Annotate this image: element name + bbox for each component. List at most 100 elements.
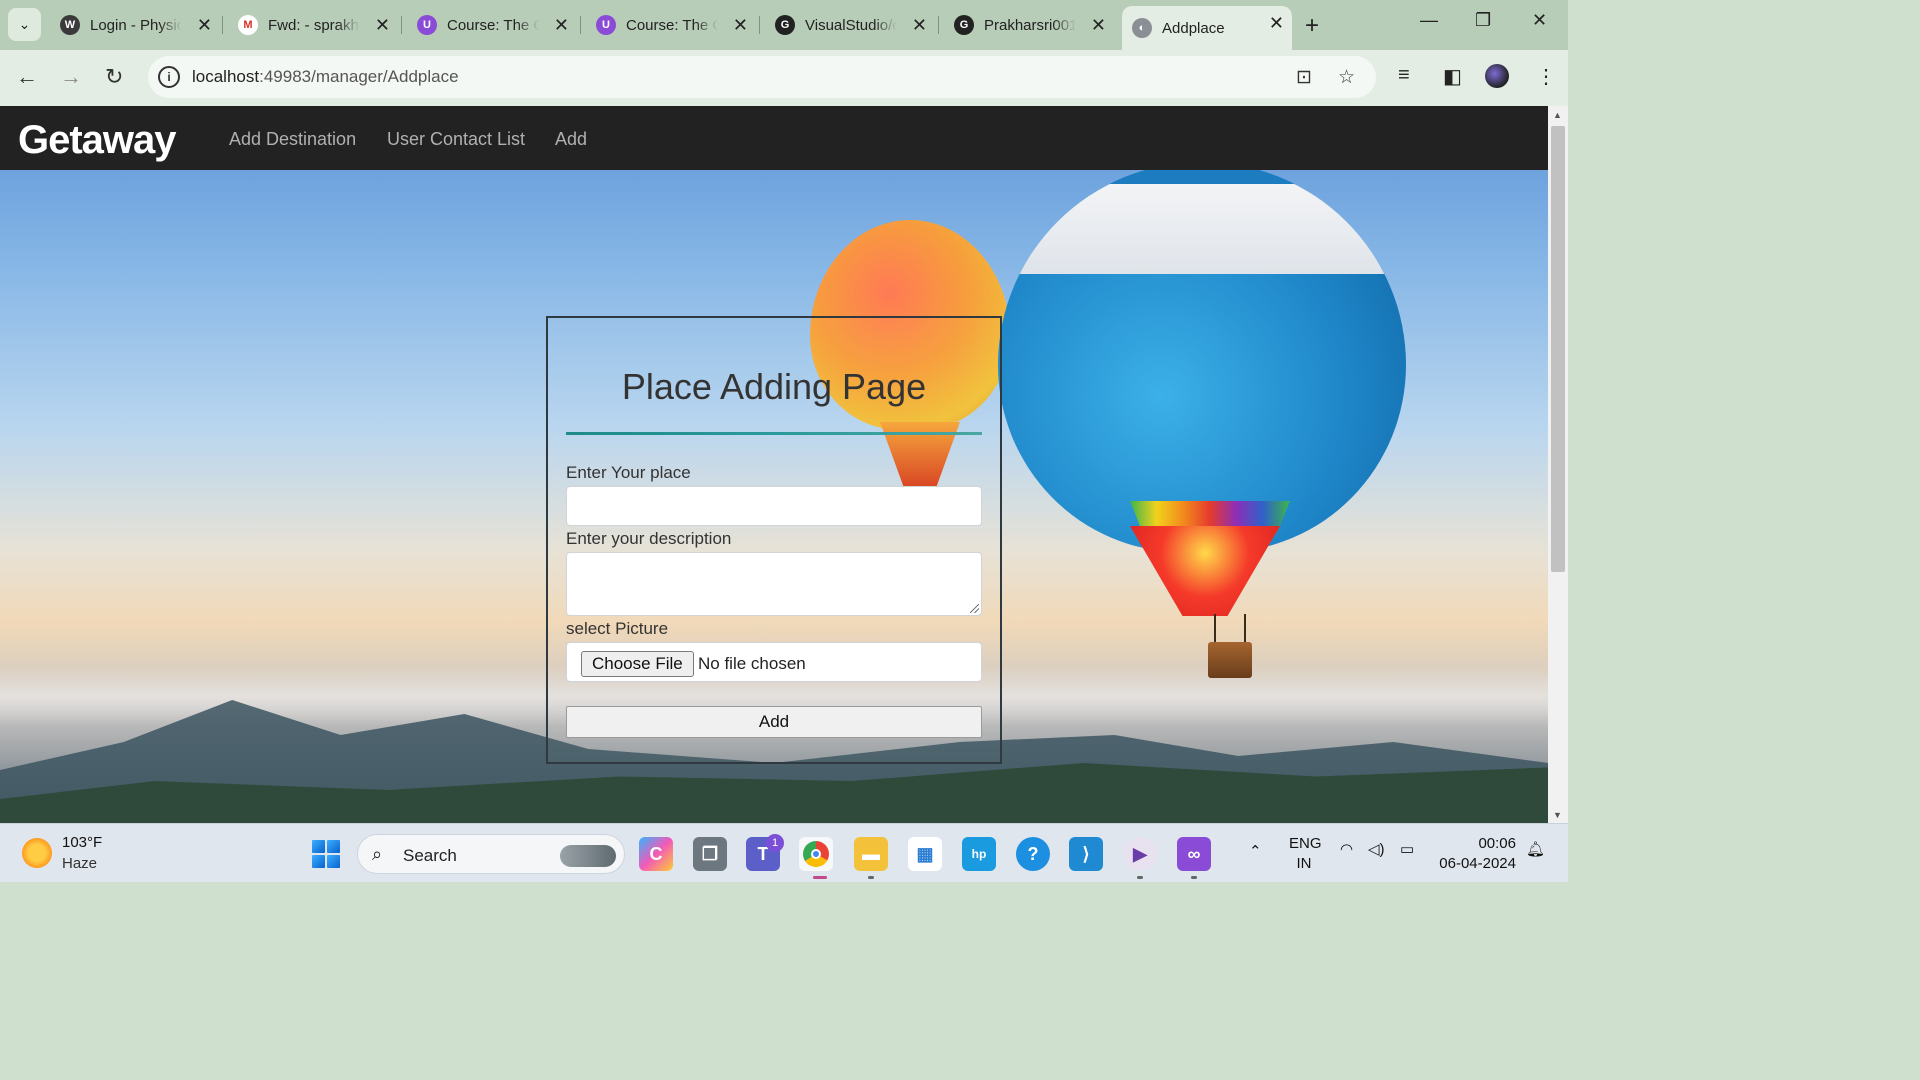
visual-studio-icon[interactable]: ∞ xyxy=(1177,837,1211,871)
bookmark-star-icon[interactable]: ☆ xyxy=(1338,66,1355,89)
clock-date: 06-04-2024 xyxy=(1439,855,1516,872)
tab-divider xyxy=(759,16,760,34)
microsoft-store-icon[interactable]: ▦ xyxy=(908,837,942,871)
globe-icon: ◐ xyxy=(1132,18,1152,38)
wordpress-icon: W xyxy=(60,15,80,35)
tab-title: VisualStudio/c xyxy=(805,16,897,34)
close-tab-icon[interactable]: ✕ xyxy=(197,15,212,36)
page-scrollbar[interactable]: ▲ ▼ xyxy=(1548,106,1568,823)
scrollbar-thumb[interactable] xyxy=(1551,126,1565,572)
browser-tab[interactable]: U Course: The C ✕ xyxy=(407,8,577,42)
windows-taskbar: 103°F Haze ⌕ Search C ❐ T 1 ▬ ▦ hp ? ⟩ ▶… xyxy=(0,823,1568,882)
myhp-icon[interactable]: hp xyxy=(962,837,996,871)
input-language[interactable]: ENG IN xyxy=(1289,834,1322,874)
tab-title: Course: The C xyxy=(626,16,718,34)
url-path: :49983/manager/Addplace xyxy=(259,67,459,86)
github-icon: G xyxy=(954,15,974,35)
add-button[interactable]: Add xyxy=(566,706,982,738)
battery-icon[interactable]: ▭ xyxy=(1400,840,1414,858)
description-textarea[interactable] xyxy=(566,552,982,616)
browser-tab[interactable]: W Login - Physic ✕ xyxy=(50,8,220,42)
tab-title: Addplace xyxy=(1162,19,1225,37)
tab-divider xyxy=(580,16,581,34)
show-hidden-icons[interactable]: ⌃ xyxy=(1249,842,1262,860)
side-panel-icon[interactable]: ◧ xyxy=(1443,64,1462,89)
tab-divider xyxy=(938,16,939,34)
picture-label: select Picture xyxy=(566,619,669,638)
close-tab-icon[interactable]: ✕ xyxy=(912,15,927,36)
description-label: Enter your description xyxy=(566,529,732,548)
place-label: Enter Your place xyxy=(566,463,691,482)
search-highlight-image xyxy=(560,845,616,867)
place-input[interactable] xyxy=(566,486,982,526)
translate-icon[interactable]: ⊡ xyxy=(1296,66,1312,89)
help-icon[interactable]: ? xyxy=(1016,837,1050,871)
menu-kebab-icon[interactable]: ⋮ xyxy=(1536,64,1556,89)
reload-icon[interactable]: ↻ xyxy=(105,64,123,90)
weather-haze-icon[interactable] xyxy=(22,838,52,868)
close-tab-icon[interactable]: ✕ xyxy=(733,15,748,36)
course-icon: U xyxy=(417,15,437,35)
close-tab-icon[interactable]: ✕ xyxy=(1269,13,1284,34)
scroll-up-icon[interactable]: ▲ xyxy=(1553,110,1562,120)
browser-toolbar: ← → ↻ i localhost:49983/manager/Addplace… xyxy=(0,50,1568,106)
vscode-icon[interactable]: ⟩ xyxy=(1069,837,1103,871)
close-tab-icon[interactable]: ✕ xyxy=(1091,15,1106,36)
file-input[interactable]: Choose File No file chosen xyxy=(566,642,982,682)
running-app-indicator xyxy=(1191,876,1197,879)
copilot-icon[interactable]: C xyxy=(639,837,673,871)
restore-icon[interactable]: ❐ xyxy=(1475,10,1491,31)
search-icon: ⌕ xyxy=(372,844,383,864)
new-tab-button[interactable]: + xyxy=(1305,12,1319,40)
browser-tab[interactable]: G Prakharsri001/ ✕ xyxy=(944,8,1114,42)
weather-temperature[interactable]: 103°F xyxy=(62,834,102,851)
title-divider xyxy=(566,432,982,435)
nav-user-contact-list[interactable]: User Contact List xyxy=(387,129,525,150)
page-viewport: Getaway Add Destination User Contact Lis… xyxy=(0,106,1548,823)
browser-tab[interactable]: U Course: The C ✕ xyxy=(586,8,756,42)
forward-icon[interactable]: → xyxy=(60,64,82,90)
minimize-icon[interactable]: — xyxy=(1420,10,1438,31)
choose-file-button[interactable]: Choose File xyxy=(581,651,694,677)
address-bar[interactable]: i localhost:49983/manager/Addplace ⊡ ☆ xyxy=(148,56,1376,98)
chevron-down-icon: ⌄ xyxy=(18,16,31,32)
tab-search-button[interactable]: ⌄ xyxy=(8,8,41,41)
nav-add[interactable]: Add xyxy=(555,129,587,150)
site-info-icon[interactable]: i xyxy=(158,66,180,88)
browser-tab[interactable]: M Fwd: - sprakha ✕ xyxy=(228,8,398,42)
tab-divider xyxy=(401,16,402,34)
system-clock[interactable]: 00:06 06-04-2024 xyxy=(1438,834,1516,874)
media-player-icon[interactable]: ▶ xyxy=(1123,837,1157,871)
task-view-icon[interactable]: ❐ xyxy=(693,837,727,871)
wifi-icon[interactable]: ◠ xyxy=(1340,840,1353,858)
close-window-icon[interactable]: ✕ xyxy=(1532,10,1547,31)
browser-tab-active[interactable]: ◐ Addplace ✕ xyxy=(1122,6,1292,50)
media-controls-icon[interactable]: ≡ xyxy=(1398,64,1410,87)
close-tab-icon[interactable]: ✕ xyxy=(554,15,569,36)
language-code: ENG xyxy=(1289,835,1322,852)
tab-title: Course: The C xyxy=(447,16,539,34)
notification-bell-icon[interactable]: 🔔︎ xyxy=(1526,840,1545,858)
volume-icon[interactable]: ◁) xyxy=(1368,840,1385,858)
course-icon: U xyxy=(596,15,616,35)
back-icon[interactable]: ← xyxy=(16,64,38,90)
taskbar-search[interactable]: ⌕ Search xyxy=(357,834,625,874)
file-status: No file chosen xyxy=(698,654,806,673)
nav-add-destination[interactable]: Add Destination xyxy=(229,129,356,150)
site-brand[interactable]: Getaway xyxy=(18,118,177,163)
github-icon: G xyxy=(775,15,795,35)
url-text: localhost:49983/manager/Addplace xyxy=(192,67,459,87)
start-button[interactable] xyxy=(312,840,340,868)
resize-grip-icon[interactable] xyxy=(970,604,979,613)
scroll-down-icon[interactable]: ▼ xyxy=(1553,810,1562,820)
weather-description[interactable]: Haze xyxy=(62,855,97,872)
tab-strip: ⌄ W Login - Physic ✕ M Fwd: - sprakha ✕ … xyxy=(0,0,1568,50)
chrome-icon[interactable] xyxy=(799,837,833,871)
close-tab-icon[interactable]: ✕ xyxy=(375,15,390,36)
browser-tab[interactable]: G VisualStudio/c ✕ xyxy=(765,8,935,42)
site-navbar: Getaway Add Destination User Contact Lis… xyxy=(0,106,1548,170)
background-balloon-blue xyxy=(998,162,1406,552)
profile-avatar[interactable] xyxy=(1485,64,1509,88)
region-code: IN xyxy=(1296,855,1312,872)
file-explorer-icon[interactable]: ▬ xyxy=(854,837,888,871)
